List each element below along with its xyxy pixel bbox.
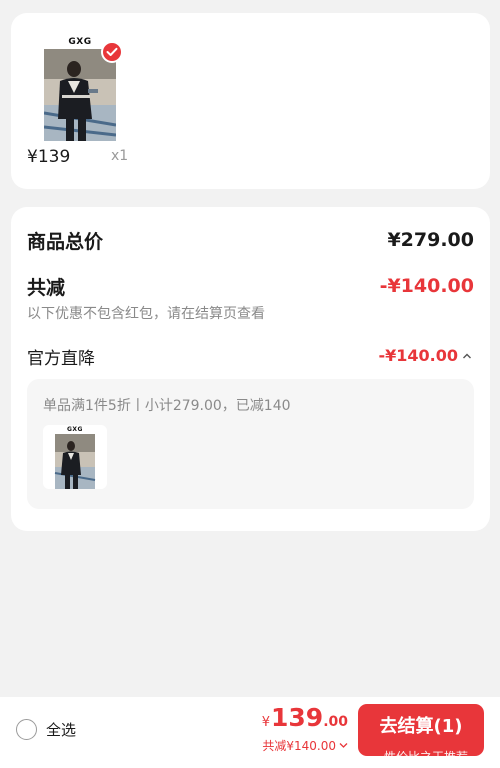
selected-check-badge[interactable] — [101, 41, 123, 63]
price-summary-card: 商品总价 ¥279.00 共减 -¥140.00 以下优惠不包含红包，请在结算页… — [11, 207, 490, 531]
chevron-down-icon — [339, 743, 348, 748]
official-discount-value: -¥140.00 — [378, 346, 458, 365]
discount-value: -¥140.00 — [379, 275, 474, 297]
chevron-up-icon — [463, 353, 471, 358]
official-discount-label: 官方直降 — [27, 349, 95, 369]
check-icon — [106, 47, 118, 56]
select-all-toggle[interactable]: 全选 — [16, 719, 76, 740]
checkout-button[interactable]: 去结算(1) 性价比之王推荐 — [358, 704, 484, 764]
promo-item-image[interactable]: GXG — [43, 425, 107, 489]
discount-note: 以下优惠不包含红包，请在结算页查看 — [27, 306, 265, 322]
official-discount-toggle[interactable]: -¥140.00 — [378, 346, 472, 365]
promo-description: 单品满1件5折丨小计279.00，已减140 — [43, 398, 291, 414]
total-currency: ¥ — [261, 715, 270, 730]
item-quantity: x1 — [111, 148, 129, 164]
checkout-label: 去结算(1) — [379, 716, 463, 737]
select-all-label: 全选 — [46, 721, 77, 739]
total-decimal: .00 — [323, 714, 348, 730]
total-discount-toggle[interactable]: 共减¥140.00 — [262, 737, 348, 754]
promo-brand-logo: GXG — [67, 426, 83, 433]
radio-icon[interactable] — [16, 719, 37, 740]
promo-detail-box: 单品满1件5折丨小计279.00，已减140 GXG — [27, 379, 474, 509]
item-price: ¥139 — [27, 147, 71, 167]
bottom-action-bar: 全选 ¥ 139 .00 共减¥140.00 去结算(1) 性价比之王推荐 — [0, 697, 500, 768]
total-discount-text: 共减¥140.00 — [262, 739, 336, 753]
total-integer: 139 — [271, 703, 324, 732]
cart-item-card: GXG ¥139 x1 — [11, 13, 490, 189]
total-payable: ¥ 139 .00 — [262, 703, 348, 732]
discount-label: 共减 — [27, 277, 66, 299]
watermark-text: 性价比之王推荐 — [383, 750, 468, 764]
total-value: ¥279.00 — [387, 229, 474, 251]
total-label: 商品总价 — [27, 231, 104, 253]
promo-item-photo — [54, 434, 96, 489]
